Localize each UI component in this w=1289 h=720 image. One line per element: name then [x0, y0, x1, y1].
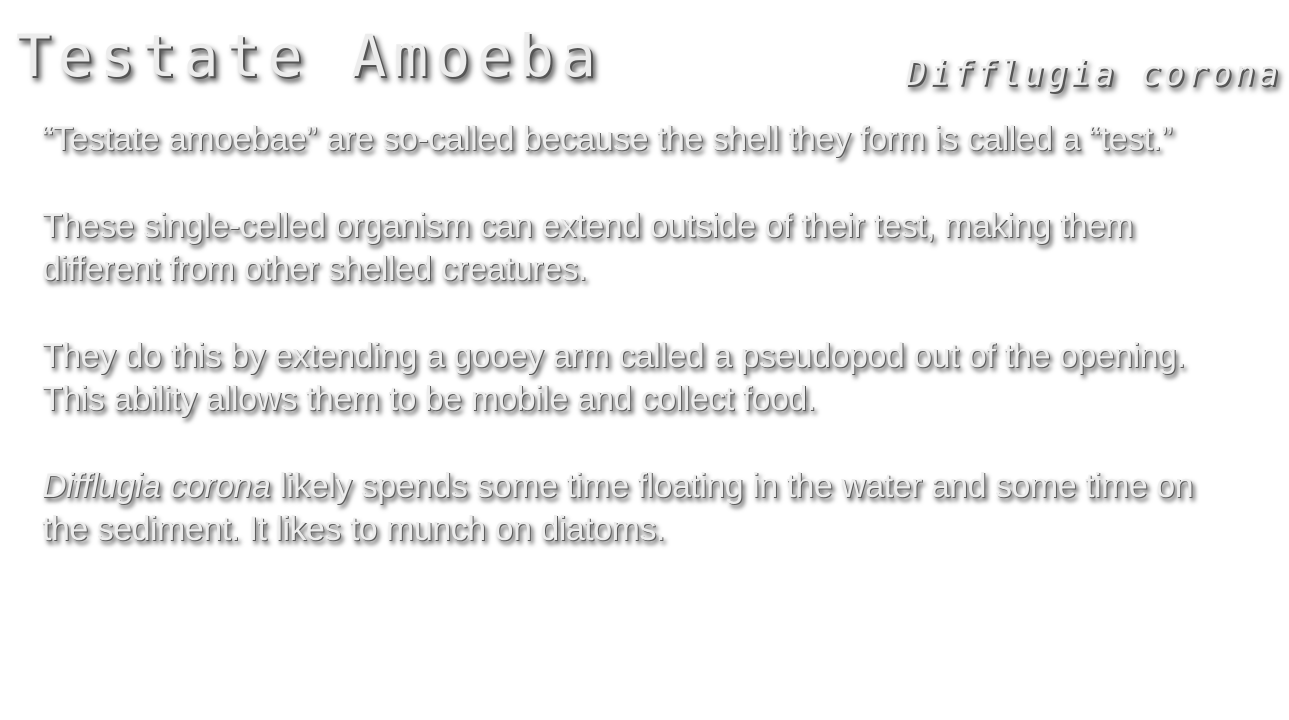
- description-body: “Testate amoebae” are so-called because …: [42, 118, 1242, 595]
- paragraph-pseudopod: They do this by extending a gooey arm ca…: [42, 337, 1186, 418]
- species-name: Difflugia corona: [906, 54, 1282, 94]
- paragraph-test-definition: “Testate amoebae” are so-called because …: [42, 120, 1173, 158]
- species-name-inline: Difflugia corona: [42, 467, 271, 505]
- page-title: Testate Amoeba: [16, 22, 603, 90]
- paragraph-extension: These single-celled organism can extend …: [42, 207, 1134, 288]
- paragraph-habitat: Difflugia corona likely spends some time…: [42, 465, 1242, 551]
